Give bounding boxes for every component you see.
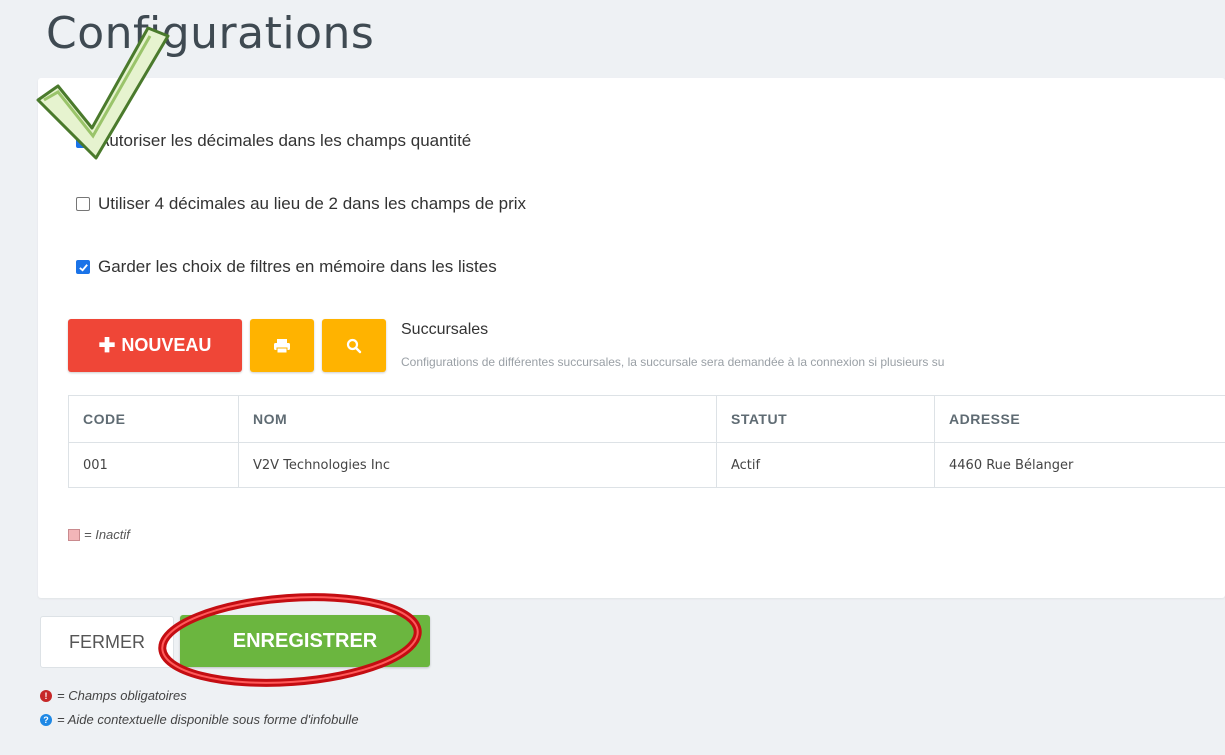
help-note: ? = Aide contextuelle disponible sous fo…: [40, 712, 359, 727]
branches-table: CODE NOM STATUT ADRESSE 001 V2V Technolo…: [68, 395, 1225, 488]
page-title: Configurations: [46, 8, 375, 59]
required-icon: !: [40, 689, 52, 702]
section-description: Configurations de différentes succursale…: [401, 355, 945, 369]
cell-code: 001: [68, 442, 239, 488]
inactive-legend: = Inactif: [68, 527, 130, 542]
close-button[interactable]: FERMER: [40, 616, 174, 668]
new-button[interactable]: ✚ NOUVEAU: [68, 319, 242, 372]
required-note-label: = Champs obligatoires: [57, 688, 187, 703]
column-header-nom[interactable]: NOM: [238, 395, 717, 443]
print-button[interactable]: [250, 319, 314, 372]
cell-adresse: 4460 Rue Bélanger: [934, 442, 1225, 488]
plus-icon: ✚: [98, 335, 116, 357]
search-icon: [346, 338, 362, 353]
cell-statut: Actif: [716, 442, 935, 488]
checkbox-unchecked[interactable]: [76, 197, 90, 211]
print-icon: [274, 338, 290, 353]
column-header-statut[interactable]: STATUT: [716, 395, 935, 443]
required-note: ! = Champs obligatoires: [40, 688, 187, 703]
cell-nom: V2V Technologies Inc: [238, 442, 717, 488]
check-icon: [78, 263, 88, 272]
inactive-swatch: [68, 528, 80, 541]
check-icon: [78, 137, 88, 146]
option-allow-decimals[interactable]: Autoriser les décimales dans les champs …: [76, 131, 471, 151]
option-label: Garder les choix de filtres en mémoire d…: [98, 257, 497, 276]
column-header-adresse[interactable]: ADRESSE: [934, 395, 1225, 443]
help-note-label: = Aide contextuelle disponible sous form…: [57, 712, 359, 727]
option-remember-filters[interactable]: Garder les choix de filtres en mémoire d…: [76, 257, 497, 277]
section-title: Succursales: [401, 321, 489, 338]
column-header-code[interactable]: CODE: [68, 395, 239, 443]
option-four-decimals[interactable]: Utiliser 4 décimales au lieu de 2 dans l…: [76, 194, 526, 214]
table-header-row: CODE NOM STATUT ADRESSE: [68, 395, 1225, 443]
checkbox-checked[interactable]: [76, 260, 90, 274]
table-row[interactable]: 001 V2V Technologies Inc Actif 4460 Rue …: [68, 442, 1225, 488]
search-button[interactable]: [322, 319, 386, 372]
option-label: Autoriser les décimales dans les champs …: [98, 131, 472, 150]
new-button-label: NOUVEAU: [121, 335, 212, 355]
checkbox-checked[interactable]: [76, 134, 90, 148]
help-icon: ?: [40, 713, 52, 726]
save-button[interactable]: ENREGISTRER: [180, 615, 430, 667]
option-label: Utiliser 4 décimales au lieu de 2 dans l…: [98, 194, 527, 213]
inactive-legend-label: = Inactif: [84, 527, 130, 542]
